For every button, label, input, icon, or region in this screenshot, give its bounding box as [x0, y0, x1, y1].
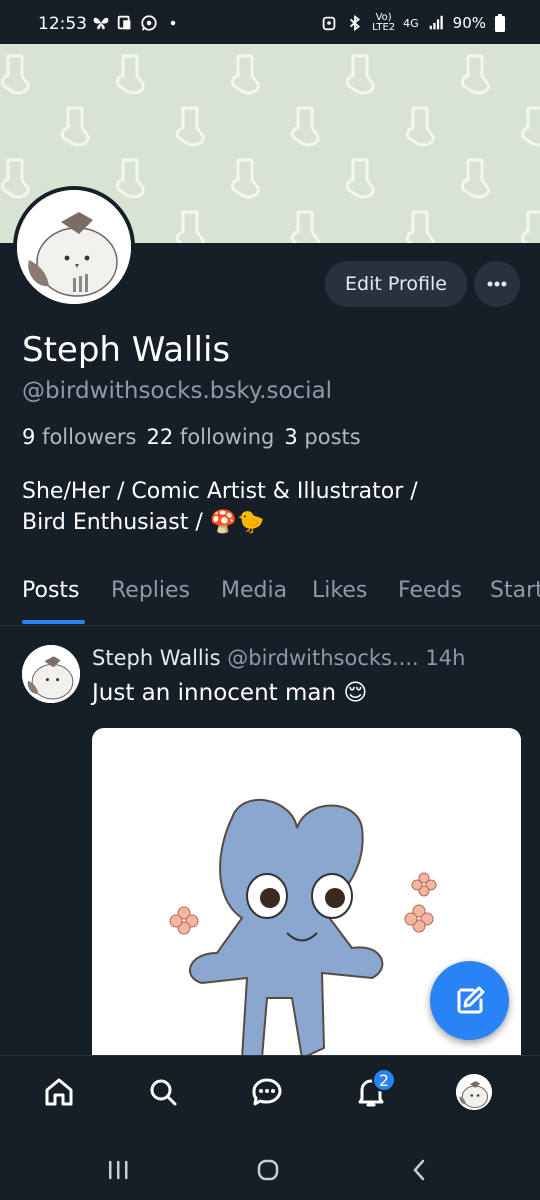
sock-icon	[290, 210, 320, 243]
post-time: 14h	[425, 646, 466, 670]
sock-icon	[520, 210, 540, 243]
sock-icon	[230, 158, 260, 199]
network-label: Vo) LTE2	[372, 12, 396, 33]
system-navigation-bar	[0, 1128, 540, 1200]
active-tab-indicator	[22, 620, 85, 624]
notification-badge: 2	[372, 1068, 396, 1092]
tab-starter-packs[interactable]: Starter Packs	[490, 578, 540, 603]
sock-icon	[60, 106, 90, 147]
sock-icon	[175, 210, 205, 243]
following-link[interactable]: 22 following	[147, 425, 275, 449]
sock-icon	[460, 54, 490, 95]
posts-count: 3 posts	[284, 425, 361, 449]
back-icon[interactable]	[408, 1158, 432, 1182]
alarm-icon	[322, 16, 336, 31]
sock-icon	[345, 54, 375, 95]
sock-icon	[175, 106, 205, 147]
profile-nav-avatar[interactable]	[456, 1074, 492, 1110]
sock-icon	[115, 158, 145, 199]
post-text: Just an innocent man 😌	[92, 680, 368, 706]
home-icon	[45, 1078, 73, 1106]
sock-icon	[405, 106, 435, 147]
bio-line: Bird Enthusiast / 🍄🐤	[22, 510, 265, 535]
chat-icon	[252, 1078, 282, 1106]
tab-replies[interactable]: Replies	[111, 578, 190, 603]
more-options-button[interactable]	[474, 261, 520, 307]
search-button[interactable]	[143, 1072, 183, 1112]
sock-icon	[0, 158, 30, 199]
status-bar: 12:53 Vo) LTE2 4G 90%	[0, 0, 540, 44]
sock-icon	[230, 54, 260, 95]
bio-line: She/Her / Comic Artist & Illustrator /	[22, 479, 418, 504]
dot-icon	[170, 20, 176, 26]
sock-icon	[345, 158, 375, 199]
tab-feeds[interactable]: Feeds	[398, 578, 462, 603]
profile-bio: She/Her / Comic Artist & Illustrator / B…	[22, 476, 522, 538]
signal-type: 4G	[403, 16, 419, 30]
profile-stats: 9 followers 22 following 3 posts	[22, 425, 361, 449]
edit-profile-button[interactable]: Edit Profile	[325, 261, 467, 307]
bird-avatar-image	[22, 645, 80, 703]
bottom-navigation: 2	[0, 1055, 540, 1127]
tab-posts[interactable]: Posts	[22, 578, 80, 603]
sock-icon	[460, 158, 490, 199]
profile-avatar[interactable]	[13, 186, 135, 308]
bird-avatar-image	[17, 190, 131, 304]
post-author-handle[interactable]: @birdwithsocks....	[227, 646, 418, 670]
phone-screen-icon	[117, 15, 131, 30]
status-time: 12:53	[38, 14, 87, 34]
bluetooth-icon	[350, 14, 361, 32]
profile-tabs: Posts Replies Media Likes Feeds Starter …	[0, 568, 540, 626]
post-author-avatar[interactable]	[22, 645, 80, 703]
battery-percent: 90%	[452, 14, 486, 32]
tab-likes[interactable]: Likes	[312, 578, 367, 603]
home-system-icon[interactable]	[256, 1158, 280, 1182]
profile-name: Steph Wallis	[22, 330, 231, 370]
battery-icon	[495, 14, 505, 32]
post-meta: Steph Wallis @birdwithsocks.... 14h	[92, 646, 522, 670]
profile-handle: @birdwithsocks.bsky.social	[22, 378, 333, 404]
followers-link[interactable]: 9 followers	[22, 425, 137, 449]
butterfly-icon	[93, 17, 109, 30]
compose-icon	[457, 986, 484, 1013]
compose-post-button[interactable]	[430, 961, 509, 1040]
sock-icon	[405, 210, 435, 243]
tab-media[interactable]: Media	[221, 578, 287, 603]
more-dots-icon	[487, 281, 507, 287]
search-icon	[150, 1079, 177, 1106]
sock-icon	[520, 106, 540, 147]
chat-button[interactable]	[247, 1072, 287, 1112]
home-button[interactable]	[39, 1072, 79, 1112]
sock-icon	[115, 54, 145, 95]
recent-apps-icon[interactable]	[106, 1158, 130, 1182]
post-author-name[interactable]: Steph Wallis	[92, 646, 221, 670]
sock-icon	[0, 54, 30, 95]
signal-icon	[429, 15, 443, 30]
whatsapp-icon	[141, 15, 157, 31]
bird-avatar-image	[456, 1074, 492, 1110]
sock-icon	[290, 106, 320, 147]
